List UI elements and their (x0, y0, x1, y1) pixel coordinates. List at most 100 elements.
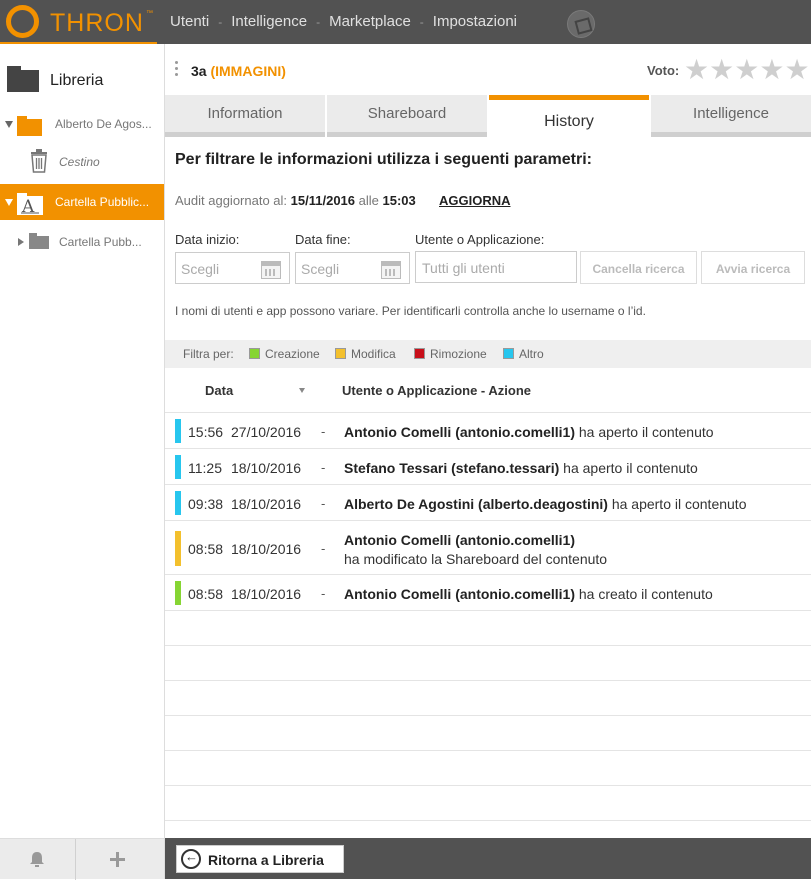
sort-arrow-icon[interactable] (299, 388, 305, 393)
end-date-input[interactable]: Scegli (295, 252, 410, 284)
table-row: 08:58 18/10/2016 - Antonio Comelli (anto… (165, 574, 811, 610)
tab-intelligence[interactable]: Intelligence (651, 95, 811, 137)
nav-item-marketplace[interactable]: Marketplace (329, 13, 411, 30)
nav-item-utenti[interactable]: Utenti (170, 13, 209, 30)
start-search-button[interactable]: Avvia ricerca (701, 251, 805, 284)
user-input[interactable]: Tutti gli utenti (415, 251, 577, 283)
clear-search-button[interactable]: Cancella ricerca (580, 251, 697, 284)
content-type: (IMMAGINI) (210, 63, 286, 79)
filter-creation[interactable]: Creazione (249, 347, 320, 361)
row-user: Antonio Comelli (antonio.comelli1) (344, 424, 575, 440)
back-arrow-icon (181, 849, 201, 869)
nav-separator: - (419, 14, 424, 29)
notifications-button[interactable] (0, 839, 76, 880)
column-header-date[interactable]: Data (205, 383, 233, 398)
end-date-placeholder: Scegli (301, 261, 340, 277)
row-action-text: ha aperto il contenuto (611, 496, 747, 512)
modification-color-square (335, 348, 346, 359)
audit-prefix: Audit aggiornato al: (175, 193, 288, 208)
sidebar-item-trash[interactable]: Cestino (0, 144, 164, 180)
start-date-input[interactable]: Scegli (175, 252, 290, 284)
row-time: 15:56 (188, 424, 224, 440)
row-time: 11:25 (188, 460, 222, 476)
star-icon[interactable]: ★ (759, 56, 784, 84)
removal-color-square (414, 348, 425, 359)
row-action-text: ha modificato la Shareboard del contenut… (344, 551, 608, 567)
folder-icon (17, 116, 42, 136)
empty-row (165, 715, 811, 750)
audit-date: 15/11/2016 (290, 193, 356, 208)
logo-ring-icon (6, 5, 39, 38)
sidebar-item-label: Cartella Pubblic... (55, 195, 150, 209)
table-row: 09:38 18/10/2016 - Alberto De Agostini (… (165, 484, 811, 520)
filter-modification[interactable]: Modifica (335, 347, 396, 361)
audit-info: Audit aggiornato al: 15/11/2016 alle 15:… (175, 193, 416, 208)
calendar-icon[interactable] (381, 261, 401, 279)
sidebar-item-public-folder[interactable]: A Cartella Pubblic... (0, 184, 164, 220)
empty-row (165, 750, 811, 785)
library-title: Libreria (50, 72, 104, 89)
content-name: 3a (191, 63, 207, 79)
star-icon[interactable]: ★ (734, 56, 759, 84)
user-label: Utente o Applicazione: (415, 232, 545, 247)
tab-information[interactable]: Information (165, 95, 325, 137)
back-to-library-button[interactable]: Ritorna a Libreria (176, 845, 344, 873)
expand-arrow-icon[interactable] (5, 199, 13, 206)
row-action: Alberto De Agostini (alberto.deagostini)… (344, 496, 746, 512)
user-placeholder: Tutti gli utenti (422, 260, 505, 276)
nav-separator: - (218, 14, 223, 29)
row-time: 08:58 (188, 586, 224, 602)
row-date: 18/10/2016 (231, 586, 302, 602)
sidebar-item-label: Cartella Pubb... (59, 235, 142, 249)
row-dash: - (321, 460, 326, 475)
table-row: 15:56 27/10/2016 - Antonio Comelli (anto… (165, 412, 811, 448)
thron-logo[interactable]: THRON ™ (0, 0, 157, 44)
row-date: 18/10/2016 (231, 460, 302, 476)
sidebar-item-label: Cestino (59, 155, 100, 169)
table-row: 11:25 18/10/2016 - Stefano Tessari (stef… (165, 448, 811, 484)
row-date: 18/10/2016 (231, 541, 302, 557)
tab-shareboard[interactable]: Shareboard (327, 95, 487, 137)
row-time: 09:38 (188, 496, 224, 512)
row-date: 18/10/2016 (231, 496, 302, 512)
bell-icon (30, 852, 44, 867)
back-label: Ritorna a Libreria (208, 852, 324, 868)
row-user: Stefano Tessari (stefano.tessari) (344, 460, 560, 476)
plus-icon (110, 852, 125, 867)
column-header-action: Utente o Applicazione - Azione (342, 383, 531, 398)
filter-other[interactable]: Altro (503, 347, 544, 361)
star-icon[interactable]: ★ (784, 56, 809, 84)
nav-separator: - (316, 14, 321, 29)
star-icon[interactable]: ★ (709, 56, 734, 84)
end-date-label: Data fine: (295, 232, 351, 247)
content-panel: 3a (IMMAGINI) Voto: ★ ★ ★ ★ ★ Informatio… (165, 44, 811, 879)
sidebar: Libreria Alberto De Agos... Cestino A Ca… (0, 44, 165, 880)
nav-item-impostazioni[interactable]: Impostazioni (433, 13, 517, 30)
event-type-bar (175, 419, 181, 443)
event-type-bar (175, 491, 181, 515)
start-date-label: Data inizio: (175, 232, 240, 247)
empty-row (165, 820, 811, 838)
nav-item-intelligence[interactable]: Intelligence (231, 13, 307, 30)
gallery-icon[interactable] (567, 10, 595, 38)
add-button[interactable] (77, 839, 153, 880)
sidebar-item-public-subfolder[interactable]: Cartella Pubb... (0, 224, 164, 260)
kebab-menu-icon[interactable] (175, 61, 179, 79)
filter-removal[interactable]: Rimozione (414, 347, 487, 361)
filter-modification-label: Modifica (351, 347, 396, 361)
folder-icon (29, 233, 49, 249)
refresh-link[interactable]: AGGIORNA (439, 193, 511, 208)
filter-other-label: Altro (519, 347, 544, 361)
expand-arrow-icon[interactable] (18, 238, 24, 246)
sidebar-item-user-folder[interactable]: Alberto De Agos... (0, 106, 164, 142)
sidebar-footer (0, 838, 164, 880)
audit-mid: alle (358, 193, 379, 208)
tab-history[interactable]: History (489, 95, 649, 137)
row-action-text: ha aperto il contenuto (578, 424, 714, 440)
logo-text: THRON (50, 9, 144, 37)
other-color-square (503, 348, 514, 359)
content-header: 3a (IMMAGINI) Voto: ★ ★ ★ ★ ★ (165, 44, 811, 95)
calendar-icon[interactable] (261, 261, 281, 279)
star-icon[interactable]: ★ (684, 56, 709, 84)
expand-arrow-icon[interactable] (5, 121, 13, 128)
